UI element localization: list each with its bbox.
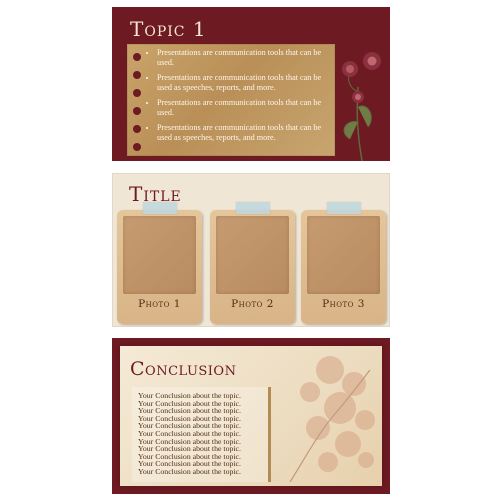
flower-illustration [342,52,381,161]
binder-hole [133,71,141,79]
binder-hole [133,107,141,115]
photo-card-3[interactable]: Photo 3 [301,202,386,324]
conclusion-line: Your Conclusion about the topic. [138,466,241,476]
bullet-item: Presentations are communication tools th… [157,48,337,68]
tape-strip [143,202,177,214]
bullet-item: Presentations are communication tools th… [157,73,337,93]
bullet-list: Presentations are communication tools th… [147,48,337,148]
bullet-item: Presentations are communication tools th… [157,98,337,118]
conclusion-lines: Your Conclusion about the topic. Your Co… [138,392,241,476]
slide-topic-1[interactable]: Topic 1 Presentations are communication … [112,7,390,161]
blossom-illustration [289,356,375,482]
slide-photos[interactable]: Title Photo 1 Photo 2 Photo 3 [112,173,390,327]
bullet-item: Presentations are communication tools th… [157,123,337,143]
photo-label: Photo 3 [322,298,365,310]
photo-placeholder[interactable] [307,216,380,294]
tape-strip [327,202,361,214]
tape-strip [236,202,270,214]
photo-label: Photo 2 [231,298,274,310]
conclusion-textbox[interactable]: Your Conclusion about the topic. Your Co… [132,387,271,482]
binder-holes [133,53,145,161]
parchment-paper: Conclusion Your Conclusion about the top… [120,346,382,486]
photo-label: Photo 1 [138,298,181,310]
photo-card-2[interactable]: Photo 2 [210,202,295,324]
binder-hole [133,53,141,61]
slide-title: Conclusion [130,358,237,380]
binder-hole [133,143,141,151]
binder-hole [133,89,141,97]
slide-title: Topic 1 [130,17,207,41]
slide-conclusion[interactable]: Conclusion Your Conclusion about the top… [112,338,390,494]
photo-placeholder[interactable] [216,216,289,294]
photo-placeholder[interactable] [123,216,196,294]
photo-card-1[interactable]: Photo 1 [117,202,202,324]
notebook-paper: Presentations are communication tools th… [127,44,335,156]
binder-hole [133,125,141,133]
